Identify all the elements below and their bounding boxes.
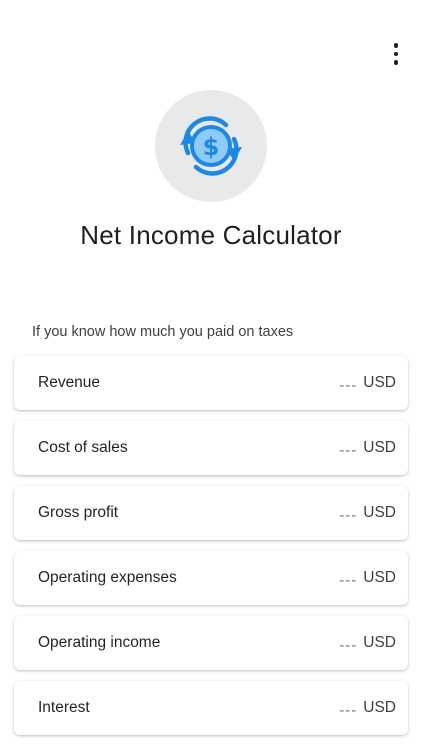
unit-label: USD [363,634,396,651]
row-label: Operating income [38,634,161,651]
row-label: Interest [38,699,90,716]
cost-of-sales-row[interactable]: Cost of sales --- USD [14,421,408,475]
operating-income-row[interactable]: Operating income --- USD [14,616,408,670]
row-value: --- USD [339,439,396,459]
row-value: --- USD [339,699,396,719]
unit-label: USD [363,439,396,456]
unit-label: USD [363,569,396,586]
row-label: Gross profit [38,504,119,521]
unit-label: USD [363,504,396,521]
unit-label: USD [363,699,396,716]
unit-label: USD [363,374,396,391]
revenue-row[interactable]: Revenue --- USD [14,356,408,410]
row-label: Operating expenses [38,569,177,586]
page-title: Net Income Calculator [80,220,342,250]
row-value: --- USD [339,569,396,589]
value-placeholder: --- [339,572,358,589]
section-caption: If you know how much you paid on taxes [32,324,294,340]
gross-profit-row[interactable]: Gross profit --- USD [14,486,408,540]
value-placeholder: --- [339,377,358,394]
value-placeholder: --- [339,637,358,654]
dollar-cycle-icon: $ [180,116,242,176]
row-label: Revenue [38,374,101,391]
more-vert-icon [393,43,399,48]
more-options-button[interactable] [384,40,408,68]
row-value: --- USD [339,374,396,394]
value-placeholder: --- [339,442,358,459]
input-list: Revenue --- USD Cost of sales --- USD Gr… [14,356,408,746]
row-value: --- USD [339,504,396,524]
value-placeholder: --- [339,507,358,524]
row-value: --- USD [339,634,396,654]
interest-row[interactable]: Interest --- USD [14,681,408,735]
row-label: Cost of sales [38,439,128,456]
value-placeholder: --- [339,702,358,719]
app-logo: $ [155,90,267,202]
operating-expenses-row[interactable]: Operating expenses --- USD [14,551,408,605]
svg-text:$: $ [203,133,220,161]
